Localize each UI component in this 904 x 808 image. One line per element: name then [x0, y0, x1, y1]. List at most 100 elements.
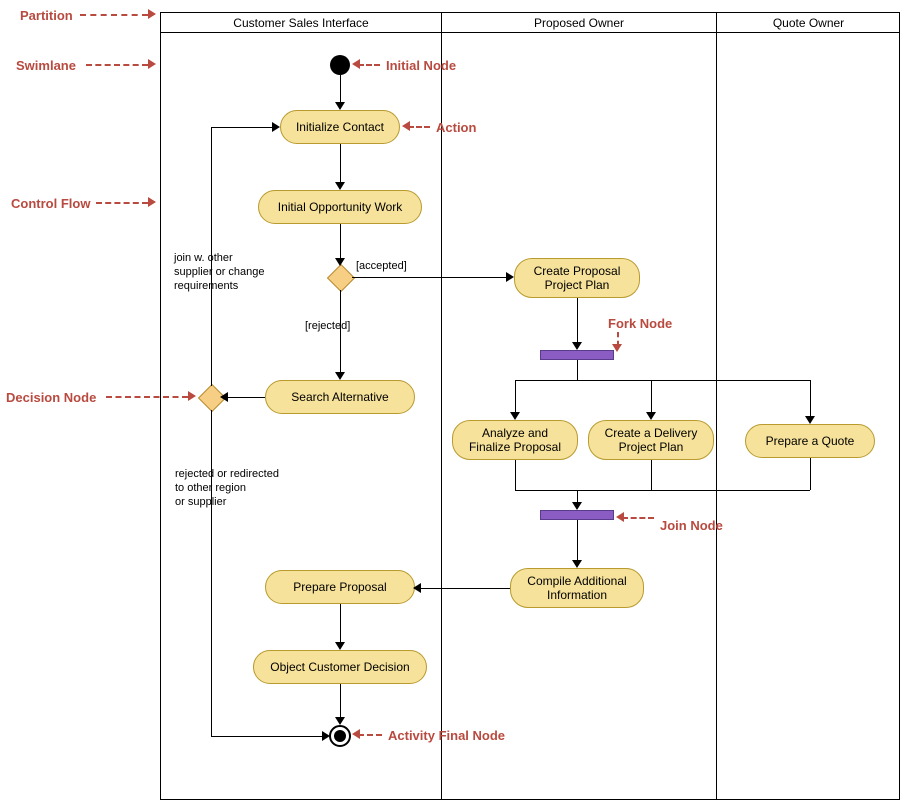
- edge: [340, 604, 341, 644]
- anno-leader: [358, 64, 380, 66]
- guard-line: or supplier: [175, 496, 279, 510]
- action-label-line: Finalize Proposal: [469, 440, 561, 454]
- anno-partition: Partition: [20, 8, 73, 23]
- action-object-customer: Object Customer Decision: [253, 650, 427, 684]
- arrowhead-icon: [506, 272, 514, 282]
- anno-arrow-icon: [148, 9, 156, 19]
- arrowhead-icon: [335, 182, 345, 190]
- arrowhead-icon: [510, 412, 520, 420]
- action-prepare-proposal: Prepare Proposal: [265, 570, 415, 604]
- edge: [577, 380, 810, 381]
- arrowhead-icon: [572, 502, 582, 510]
- arrowhead-icon: [272, 122, 280, 132]
- edge: [577, 490, 810, 491]
- anno-arrow-icon: [148, 197, 156, 207]
- guard-line: supplier or change: [174, 266, 265, 280]
- arrowhead-icon: [335, 642, 345, 650]
- action-search-alternative: Search Alternative: [265, 380, 415, 414]
- anno-initial-node: Initial Node: [386, 58, 456, 73]
- diagram-canvas: Customer Sales Interface Proposed Owner …: [0, 0, 904, 808]
- action-label-line: Project Plan: [545, 278, 610, 292]
- anno-leader: [622, 517, 654, 519]
- action-create-delivery: Create a Delivery Project Plan: [588, 420, 714, 460]
- edge: [515, 460, 516, 490]
- guard-line: requirements: [174, 280, 265, 294]
- anno-arrow-icon: [148, 59, 156, 69]
- edge: [211, 736, 326, 737]
- initial-node: [330, 55, 350, 75]
- arrowhead-icon: [335, 102, 345, 110]
- edge: [211, 410, 212, 736]
- anno-leader: [408, 126, 430, 128]
- arrowhead-icon: [335, 372, 345, 380]
- action-label: Prepare a Quote: [766, 434, 855, 448]
- anno-leader: [358, 734, 382, 736]
- arrowhead-icon: [805, 416, 815, 424]
- arrowhead-icon: [322, 731, 330, 741]
- edge: [810, 380, 811, 420]
- fork-node: [540, 350, 614, 360]
- activity-final-node: [329, 725, 351, 747]
- guard-line: rejected or redirected: [175, 468, 279, 482]
- guard-line: to other region: [175, 482, 279, 496]
- arrowhead-icon: [335, 717, 345, 725]
- anno-arrow-icon: [352, 729, 360, 739]
- edge: [810, 458, 811, 490]
- lane-header-2: Proposed Owner: [441, 13, 716, 33]
- action-label-line: Create Proposal: [534, 264, 621, 278]
- action-initial-opportunity: Initial Opportunity Work: [258, 190, 422, 224]
- anno-control-flow: Control Flow: [11, 196, 90, 211]
- edge: [577, 360, 578, 380]
- anno-leader: [106, 396, 188, 398]
- action-label-line: Information: [547, 588, 607, 602]
- action-label: Initial Opportunity Work: [278, 200, 403, 214]
- arrowhead-icon: [646, 412, 656, 420]
- edge: [340, 144, 341, 184]
- lane-header-3: Quote Owner: [716, 13, 900, 33]
- action-initialize-contact: Initialize Contact: [280, 110, 400, 144]
- anno-arrow-icon: [402, 121, 410, 131]
- action-create-proposal-plan: Create Proposal Project Plan: [514, 258, 640, 298]
- arrowhead-icon: [572, 560, 582, 568]
- guard-rejected-redirect: rejected or redirected to other region o…: [175, 468, 279, 509]
- anno-arrow-icon: [612, 344, 622, 352]
- anno-arrow-icon: [188, 391, 196, 401]
- guard-join-supplier: join w. other supplier or change require…: [174, 252, 265, 293]
- anno-arrow-icon: [352, 59, 360, 69]
- edge: [352, 277, 510, 278]
- anno-swimlane: Swimlane: [16, 58, 76, 73]
- anno-fork-node: Fork Node: [608, 316, 672, 331]
- join-node: [540, 510, 614, 520]
- action-compile-info: Compile Additional Information: [510, 568, 644, 608]
- action-analyze-finalize: Analyze and Finalize Proposal: [452, 420, 578, 460]
- anno-decision-node: Decision Node: [6, 390, 96, 405]
- edge: [418, 588, 510, 589]
- anno-leader: [96, 202, 148, 204]
- anno-join-node: Join Node: [660, 518, 723, 533]
- action-label-line: Create a Delivery: [605, 426, 698, 440]
- action-label: Object Customer Decision: [270, 660, 409, 674]
- anno-leader: [86, 64, 148, 66]
- edge: [577, 298, 578, 346]
- guard-accepted: [accepted]: [356, 260, 407, 274]
- anno-action: Action: [436, 120, 476, 135]
- arrowhead-icon: [220, 392, 228, 402]
- arrowhead-icon: [335, 258, 345, 266]
- edge: [225, 397, 265, 398]
- edge: [515, 490, 577, 491]
- action-label-line: Analyze and: [482, 426, 548, 440]
- anno-arrow-icon: [616, 512, 624, 522]
- anno-leader: [80, 14, 148, 16]
- action-label: Initialize Contact: [296, 120, 384, 134]
- guard-line: join w. other: [174, 252, 265, 266]
- edge: [651, 380, 652, 415]
- action-label-line: Compile Additional: [527, 574, 626, 588]
- arrowhead-icon: [413, 583, 421, 593]
- lane-separator-2: [716, 13, 717, 799]
- anno-activity-final: Activity Final Node: [388, 728, 505, 743]
- edge: [515, 380, 577, 381]
- edge: [651, 460, 652, 490]
- edge: [211, 127, 274, 128]
- edge: [340, 75, 341, 105]
- guard-rejected: [rejected]: [305, 320, 350, 334]
